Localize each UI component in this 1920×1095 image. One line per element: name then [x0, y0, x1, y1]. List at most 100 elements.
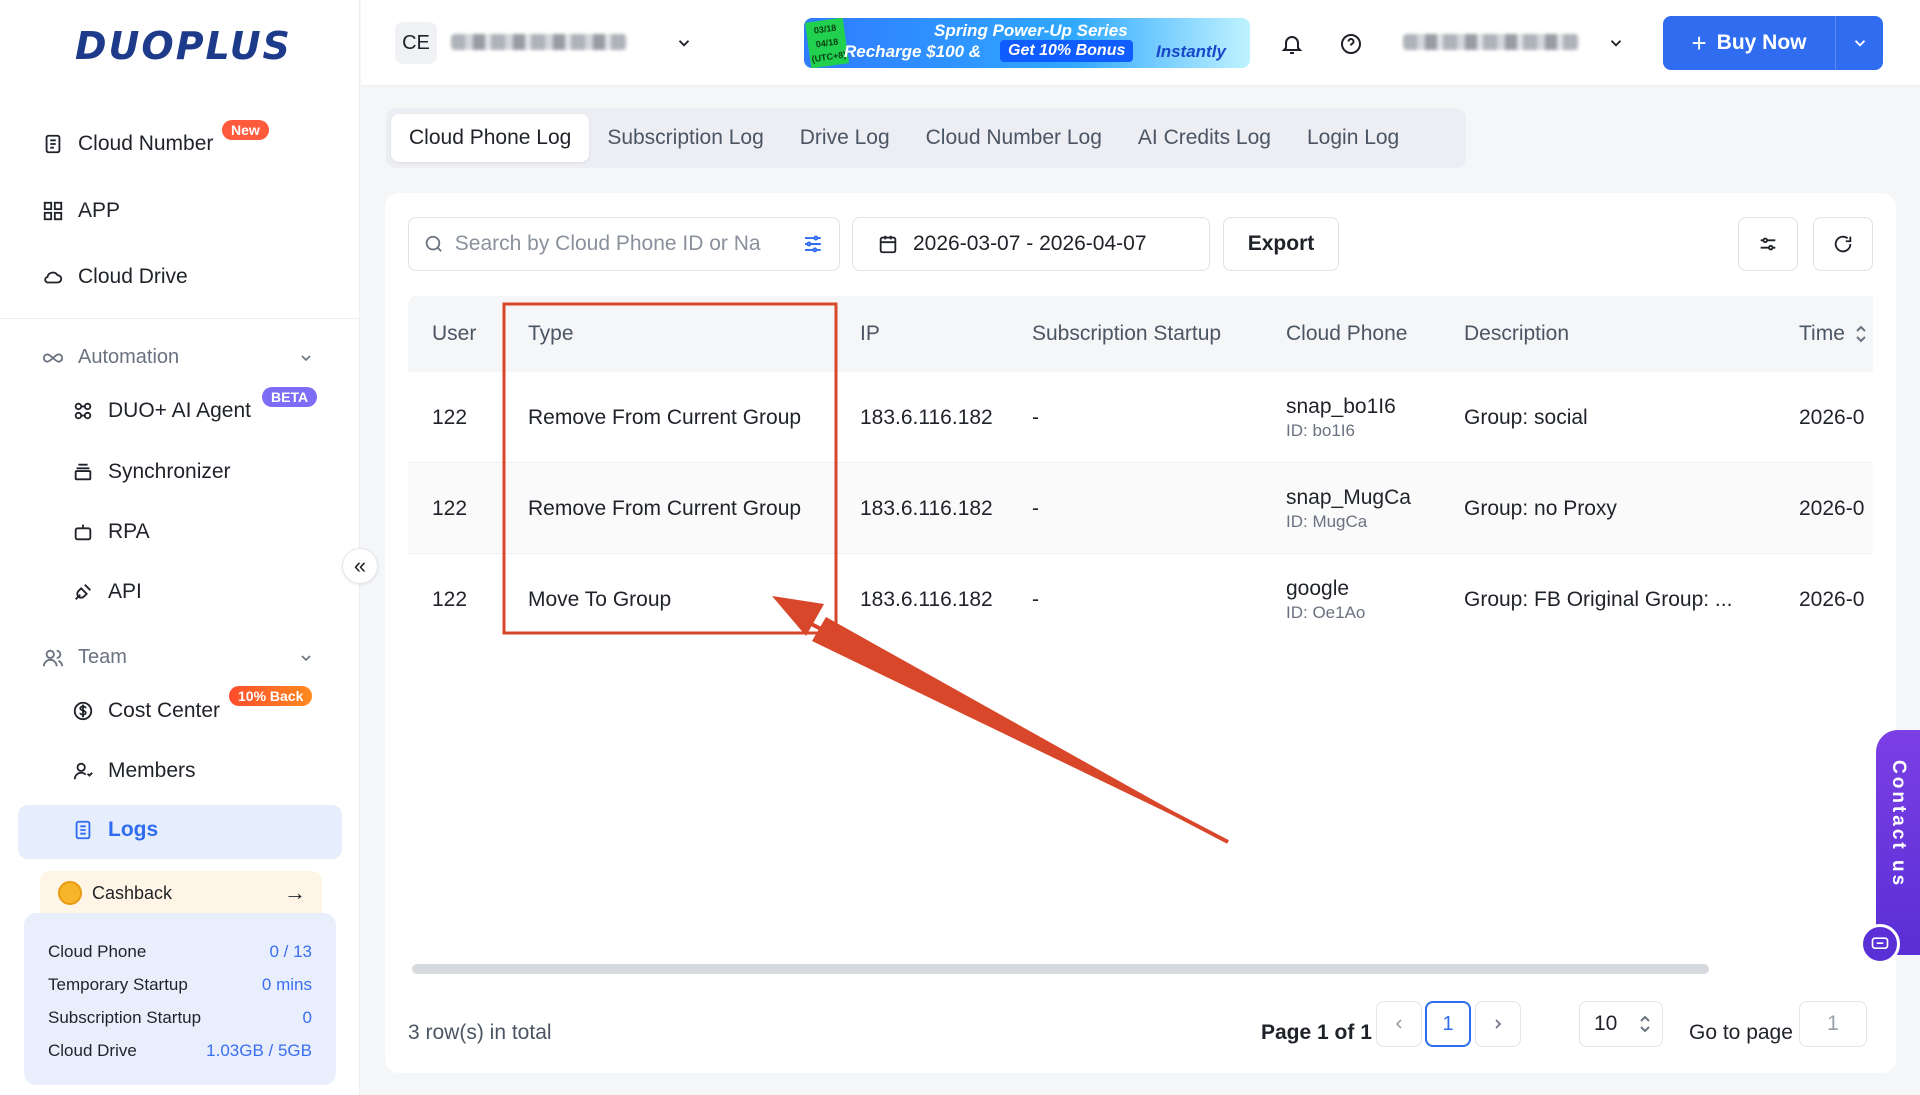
- log-tabs: Cloud Phone Log Subscription Log Drive L…: [386, 108, 1466, 168]
- column-header-user: User: [432, 322, 477, 345]
- chevron-down-icon[interactable]: [298, 650, 314, 666]
- date-range-picker[interactable]: 2026-03-07 - 2026-04-07: [852, 217, 1210, 271]
- usage-label: Cloud Phone: [48, 941, 147, 961]
- refresh-button[interactable]: [1813, 217, 1873, 271]
- sidebar-item-cost-center[interactable]: Cost Center: [72, 699, 220, 723]
- tab-drive-log[interactable]: Drive Log: [782, 114, 908, 162]
- collapse-sidebar-button[interactable]: «: [342, 548, 378, 584]
- sidebar-item-cloud-number[interactable]: Cloud Number: [42, 132, 213, 156]
- search-icon: [425, 235, 442, 252]
- chevron-down-icon[interactable]: [298, 350, 314, 366]
- cell-type: Move To Group: [528, 587, 672, 611]
- sidebar-item-label: Members: [108, 759, 196, 782]
- bell-icon: [1281, 36, 1303, 54]
- usage-value: 0: [302, 1007, 312, 1027]
- goto-page-label: Go to page: [1689, 1021, 1793, 1044]
- tab-subscription-log[interactable]: Subscription Log: [589, 114, 781, 162]
- sidebar: DUOPLUS Cloud Number New APP Cloud Drive…: [0, 0, 360, 1095]
- cell-cloud-phone: snap_MugCa ID: MugCa: [1286, 463, 1411, 554]
- notifications-button[interactable]: [1270, 22, 1314, 66]
- cloud-phone-name: google: [1286, 576, 1350, 600]
- chevron-left-icon: [1395, 1019, 1402, 1029]
- chevron-right-icon: [1495, 1019, 1502, 1029]
- log-icon: [75, 820, 91, 840]
- sidebar-item-logs[interactable]: Logs: [72, 818, 158, 842]
- cloud-phone-id: ID: bo1I6: [1286, 420, 1355, 440]
- table-row[interactable]: 122 Remove From Current Group 183.6.116.…: [408, 463, 1873, 554]
- top-bar: CE 03/18 04/18 (UTC+8) Spring Power-Up S…: [361, 0, 1920, 86]
- buy-now-main[interactable]: + Buy Now: [1663, 28, 1835, 59]
- tab-cloud-phone-log[interactable]: Cloud Phone Log: [391, 114, 590, 162]
- chat-button[interactable]: [1860, 924, 1900, 964]
- sidebar-item-members[interactable]: Members: [72, 759, 196, 783]
- sidebar-item-ai-agent[interactable]: DUO+ AI Agent: [72, 399, 251, 423]
- log-panel: 2026-03-07 - 2026-04-07 Export User Type…: [385, 193, 1896, 1073]
- column-header-description: Description: [1464, 322, 1570, 345]
- sidebar-item-api[interactable]: API: [72, 580, 142, 604]
- sort-icon[interactable]: [1855, 324, 1867, 344]
- cashback-label: Cashback: [92, 882, 173, 903]
- new-badge: New: [222, 120, 269, 140]
- sidebar-item-logs-active-bg[interactable]: [18, 805, 342, 859]
- usage-label: Cloud Drive: [48, 1040, 137, 1060]
- table-row[interactable]: 122 Move To Group 183.6.116.182 - google…: [408, 554, 1873, 626]
- buy-now-button[interactable]: + Buy Now: [1663, 16, 1883, 70]
- export-button[interactable]: Export: [1223, 217, 1339, 271]
- horizontal-scrollbar[interactable]: [412, 964, 1709, 974]
- date-range-value: 2026-03-07 - 2026-04-07: [913, 232, 1147, 255]
- promo-banner[interactable]: 03/18 04/18 (UTC+8) Spring Power-Up Seri…: [804, 18, 1250, 68]
- cell-time: 2026-0: [1799, 496, 1865, 520]
- chevron-down-icon[interactable]: [1607, 34, 1625, 52]
- cashback-bar[interactable]: Cashback →: [40, 871, 322, 915]
- tab-ai-credits-log[interactable]: AI Credits Log: [1120, 114, 1289, 162]
- refresh-icon: [1834, 235, 1852, 253]
- page-size-select[interactable]: 10: [1579, 1001, 1663, 1047]
- usage-value: 0 mins: [261, 974, 312, 994]
- duoplus-logo[interactable]: DUOPLUS: [75, 24, 292, 68]
- account-name-redacted[interactable]: [1403, 34, 1579, 50]
- sidebar-section-automation[interactable]: Automation: [42, 346, 322, 369]
- tab-cloud-number-log[interactable]: Cloud Number Log: [908, 114, 1120, 162]
- cell-subscription-startup: -: [1032, 405, 1039, 429]
- goto-page-input[interactable]: 1: [1799, 1001, 1867, 1047]
- document-icon: [45, 134, 61, 154]
- cell-subscription-startup: -: [1032, 496, 1039, 520]
- tab-login-log[interactable]: Login Log: [1289, 114, 1417, 162]
- team-icon: [42, 649, 64, 666]
- team-avatar[interactable]: CE: [395, 22, 437, 64]
- coin-icon: [58, 881, 82, 905]
- plus-icon: +: [1691, 27, 1707, 58]
- usage-summary: Cloud Phone 0 / 13 Temporary Startup 0 min…: [24, 913, 336, 1085]
- column-header-time[interactable]: Time: [1799, 296, 1867, 372]
- sidebar-item-label: RPA: [108, 520, 150, 543]
- column-header-cloud-phone: Cloud Phone: [1286, 322, 1408, 345]
- section-label: Team: [78, 646, 127, 668]
- usage-row: Temporary Startup 0 mins: [48, 968, 312, 1001]
- column-settings-button[interactable]: [1738, 217, 1798, 271]
- filter-sliders-icon[interactable]: [801, 232, 825, 256]
- buy-now-dropdown[interactable]: [1835, 16, 1883, 70]
- sidebar-item-synchronizer[interactable]: Synchronizer: [72, 460, 231, 484]
- sidebar-item-rpa[interactable]: RPA: [72, 520, 150, 544]
- sidebar-item-label: Cost Center: [108, 699, 221, 722]
- next-page-button[interactable]: [1475, 1001, 1521, 1047]
- chevron-down-icon[interactable]: [675, 34, 693, 52]
- calendar-icon: [879, 235, 897, 254]
- search-input[interactable]: [454, 232, 792, 256]
- sidebar-section-team[interactable]: Team: [42, 646, 127, 669]
- cell-ip: 183.6.116.182: [860, 587, 993, 611]
- search-box[interactable]: [408, 217, 840, 271]
- page-number-button[interactable]: 1: [1425, 1001, 1471, 1047]
- contact-us-tab[interactable]: Contact us: [1876, 730, 1920, 955]
- prev-page-button[interactable]: [1376, 1001, 1422, 1047]
- usage-row: Cloud Drive 1.03GB / 5GB: [48, 1034, 312, 1067]
- sidebar-item-app[interactable]: APP: [42, 199, 120, 223]
- cloud-phone-id: ID: MugCa: [1286, 511, 1368, 531]
- usage-row: Subscription Startup 0: [48, 1001, 312, 1034]
- table-row[interactable]: 122 Remove From Current Group 183.6.116.…: [408, 372, 1873, 463]
- team-name-redacted[interactable]: [451, 34, 627, 50]
- sidebar-item-cloud-drive[interactable]: Cloud Drive: [42, 265, 188, 289]
- sidebar-item-label: Cloud Number: [78, 132, 214, 155]
- usage-row: Cloud Phone 0 / 13: [48, 935, 312, 968]
- help-button[interactable]: [1329, 22, 1373, 66]
